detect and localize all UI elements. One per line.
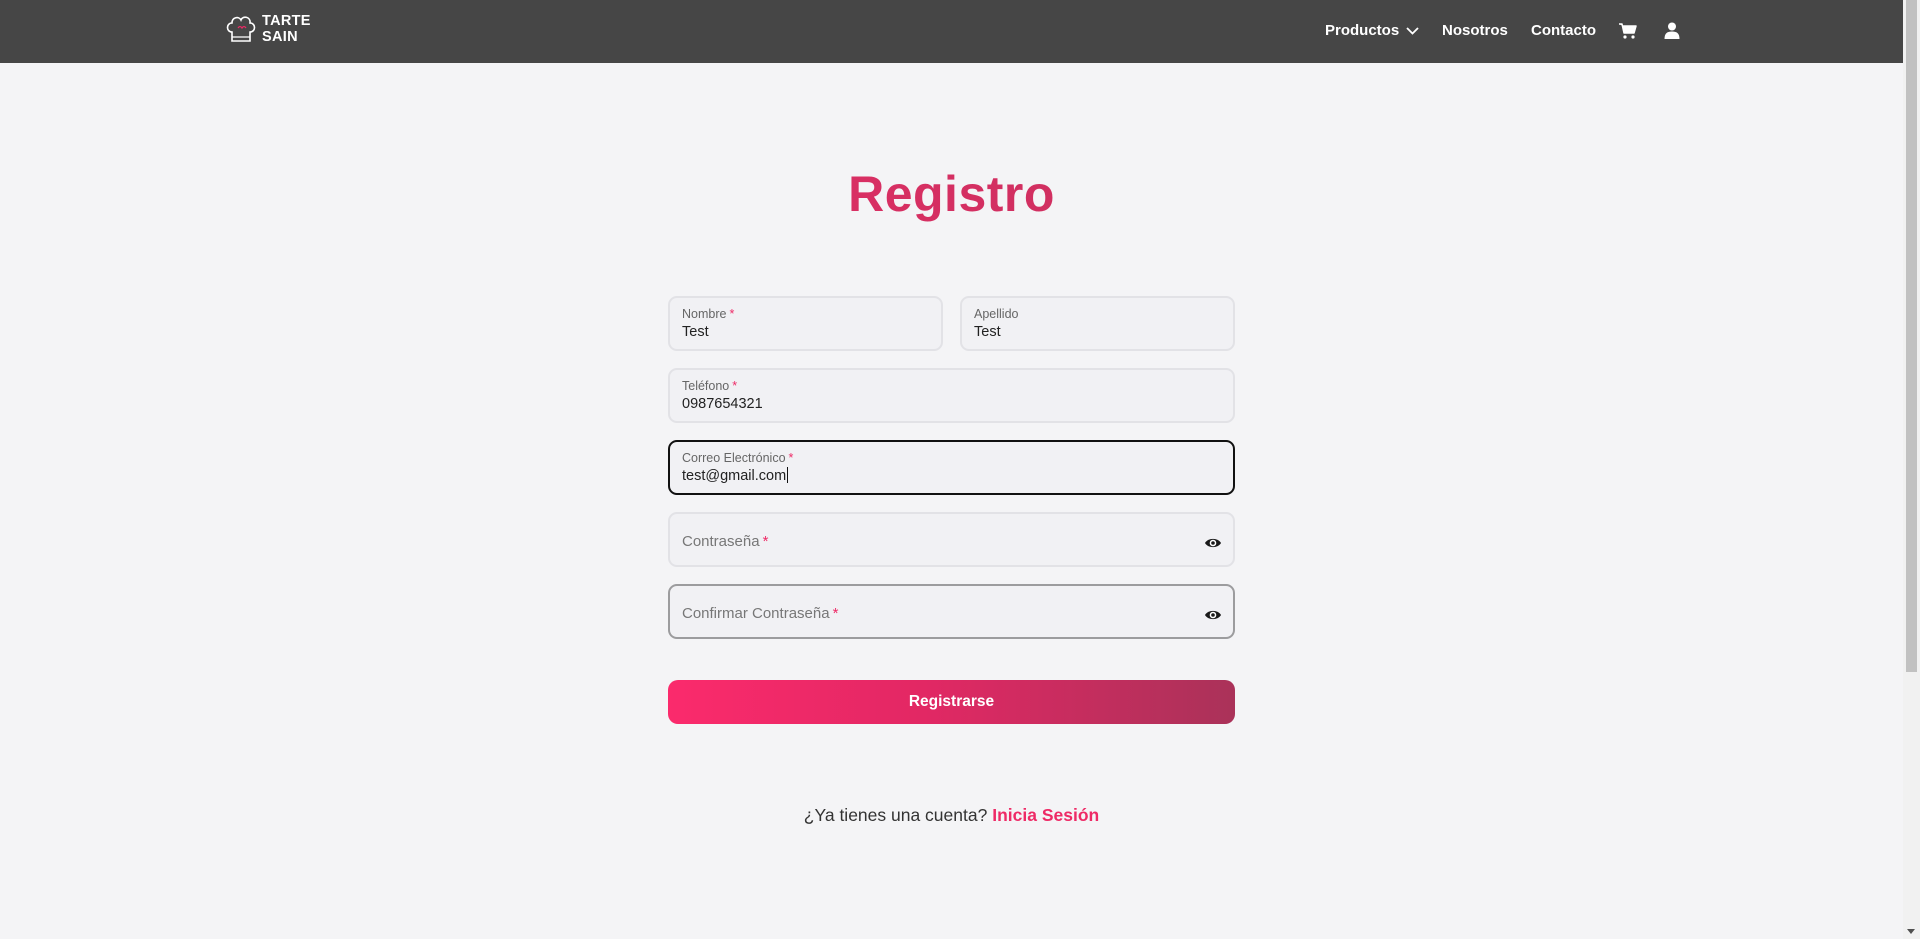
- apellido-value: Test: [974, 324, 1001, 340]
- cart-icon[interactable]: [1619, 23, 1637, 39]
- password-label: Contraseña *: [682, 533, 769, 550]
- nav-contacto[interactable]: Contacto: [1531, 22, 1596, 39]
- nombre-value: Test: [682, 324, 709, 340]
- apellido-field[interactable]: Apellido Test: [960, 296, 1235, 351]
- nav-nosotros[interactable]: Nosotros: [1442, 22, 1508, 39]
- nombre-label: Nombre *: [682, 307, 735, 321]
- nav-nosotros-label: Nosotros: [1442, 22, 1508, 39]
- brand-line1: TARTE: [262, 13, 311, 29]
- user-icon[interactable]: [1664, 22, 1680, 39]
- navbar: TARTE SAIN Productos Nosotros Contacto: [0, 0, 1903, 63]
- confirm-password-label: Confirmar Contraseña *: [682, 605, 839, 622]
- email-field[interactable]: Correo Electrónico * test@gmail.com: [668, 440, 1235, 495]
- eye-icon[interactable]: [1204, 536, 1222, 550]
- brand-name: TARTE SAIN: [262, 13, 311, 45]
- nav-productos-label: Productos: [1325, 22, 1400, 39]
- email-value: test@gmail.com: [682, 467, 789, 484]
- brand-logo[interactable]: TARTE SAIN: [224, 12, 311, 46]
- chef-hat-icon: [226, 16, 256, 42]
- nombre-field[interactable]: Nombre * Test: [668, 296, 943, 351]
- scrollbar[interactable]: [1903, 0, 1920, 939]
- login-prompt-text: ¿Ya tienes una cuenta?: [803, 805, 988, 825]
- text-caret: [787, 467, 789, 483]
- scrollbar-thumb[interactable]: [1906, 0, 1917, 672]
- login-prompt: ¿Ya tienes una cuenta? Inicia Sesión: [0, 805, 1903, 826]
- telefono-label: Teléfono *: [682, 379, 738, 393]
- email-label: Correo Electrónico *: [682, 451, 794, 465]
- eye-icon[interactable]: [1204, 608, 1222, 622]
- brand-line2: SAIN: [262, 29, 298, 45]
- confirm-password-field[interactable]: Confirmar Contraseña *: [668, 584, 1235, 639]
- telefono-field[interactable]: Teléfono * 0987654321: [668, 368, 1235, 423]
- page-title: Registro: [0, 165, 1903, 223]
- password-field[interactable]: Contraseña *: [668, 512, 1235, 567]
- login-link[interactable]: Inicia Sesión: [992, 805, 1099, 825]
- nav-productos[interactable]: Productos: [1325, 22, 1419, 39]
- telefono-value: 0987654321: [682, 396, 763, 412]
- register-button[interactable]: Registrarse: [668, 680, 1235, 724]
- scroll-down-arrow-icon[interactable]: [1907, 929, 1915, 934]
- nav-contacto-label: Contacto: [1531, 22, 1596, 39]
- apellido-label: Apellido: [974, 307, 1019, 321]
- chevron-down-icon: [1406, 26, 1419, 35]
